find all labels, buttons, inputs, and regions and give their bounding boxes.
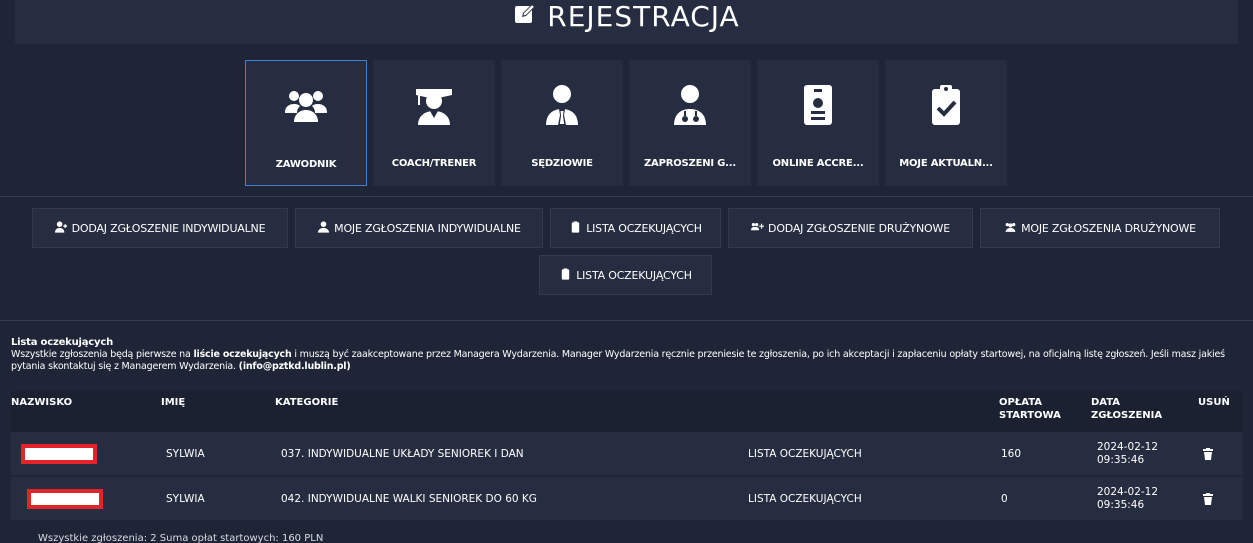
user-plus-icon xyxy=(54,220,68,236)
edit-square-icon xyxy=(513,0,537,33)
graduate-icon xyxy=(410,80,458,130)
role-tiles: ZAWODNIK COACH/TRENER SĘDZIOWIE ZAPROSZE… xyxy=(245,60,1007,186)
info-heading: Lista oczekujących xyxy=(11,337,114,348)
row-fee: 0 xyxy=(1001,493,1008,505)
col-fee: OPŁATA STARTOWA xyxy=(999,396,1061,422)
col-date: DATA ZGŁOSZENIA xyxy=(1091,396,1162,422)
my-team-button[interactable]: MOJE ZGŁOSZENIA DRUŻYNOWE xyxy=(980,208,1220,248)
tile-coach[interactable]: COACH/TRENER xyxy=(373,60,495,186)
waiting-list-label: LISTA OCZEKUJĄCYCH xyxy=(576,268,692,282)
header-bar: REJESTRACJA xyxy=(15,0,1238,44)
users-icon xyxy=(282,81,330,131)
action-buttons: DODAJ ZGŁOSZENIE INDYWIDUALNE MOJE ZGŁOS… xyxy=(32,208,1220,248)
trash-icon[interactable] xyxy=(1203,493,1213,508)
info-email: (info@pztkd.lublin.pl) xyxy=(238,361,351,372)
users-icon xyxy=(1004,221,1017,236)
waiting-list-info: Lista oczekujących Wszystkie zgłoszenia … xyxy=(11,337,1236,373)
row-category: 037. INDYWIDUALNE UKŁADY SENIOREK I DAN xyxy=(281,448,524,460)
row-name: SYLWIA xyxy=(166,448,205,460)
row-date-day: 2024-02-12 xyxy=(1097,486,1159,498)
row-fee: 160 xyxy=(1001,448,1022,460)
clipboard-icon xyxy=(559,267,572,283)
tile-label: ONLINE ACCRE... xyxy=(772,158,864,169)
tile-label: ZAWODNIK xyxy=(275,159,337,170)
info-text-part: Wszystkie zgłoszenia będą pierwsze na xyxy=(11,349,194,360)
divider xyxy=(0,320,1253,321)
tile-online-accre[interactable]: ONLINE ACCRE... xyxy=(757,60,879,186)
col-fee-line2: STARTOWA xyxy=(999,410,1061,421)
entries-table: NAZWISKO IMIĘ KATEGORIE OPŁATA STARTOWA D… xyxy=(11,391,1243,522)
table-header: NAZWISKO IMIĘ KATEGORIE OPŁATA STARTOWA D… xyxy=(11,391,1243,432)
info-text-bold: liście oczekujących xyxy=(193,349,292,360)
col-category: KATEGORIE xyxy=(275,397,339,408)
table-row: SYLWIA 037. INDYWIDUALNE UKŁADY SENIOREK… xyxy=(11,432,1243,477)
info-text: Wszystkie zgłoszenia będą pierwsze na li… xyxy=(11,349,1236,373)
row-name: SYLWIA xyxy=(166,493,205,505)
table-summary: Wszystkie zgłoszenia: 2 Suma opłat start… xyxy=(38,533,324,543)
user-icon xyxy=(317,220,330,236)
col-date-line2: ZGŁOSZENIA xyxy=(1091,410,1163,421)
tile-label: ZAPROSZENI G... xyxy=(644,158,736,169)
id-badge-icon xyxy=(794,80,842,130)
tile-label: SĘDZIOWIE xyxy=(531,158,593,169)
col-delete: USUŃ xyxy=(1198,397,1230,408)
doctor-icon xyxy=(666,80,714,130)
trash-icon[interactable] xyxy=(1203,448,1213,463)
tile-zawodnik[interactable]: ZAWODNIK xyxy=(245,60,367,186)
page-title-text: REJESTRACJA xyxy=(547,0,740,33)
redacted-surname xyxy=(21,444,97,464)
my-team-label: MOJE ZGŁOSZENIA DRUŻYNOWE xyxy=(1021,221,1196,235)
tile-sedziowie[interactable]: SĘDZIOWIE xyxy=(501,60,623,186)
row-date-time: 09:35:46 xyxy=(1097,454,1145,466)
tile-zaproszeni[interactable]: ZAPROSZENI G... xyxy=(629,60,751,186)
redacted-surname xyxy=(27,489,103,509)
col-surname: NAZWISKO xyxy=(11,397,73,408)
row-status: LISTA OCZEKUJĄCYCH xyxy=(748,448,862,460)
tile-moje-aktualnosci[interactable]: MOJE AKTUALN... xyxy=(885,60,1007,186)
users-plus-icon xyxy=(751,221,765,236)
waiting-list-button[interactable]: LISTA OCZEKUJĄCYCH xyxy=(550,208,721,248)
row-status: LISTA OCZEKUJĄCYCH xyxy=(748,493,862,505)
col-fee-line1: OPŁATA xyxy=(999,397,1042,408)
clipboard-check-icon xyxy=(922,80,970,130)
judge-icon xyxy=(538,80,586,130)
add-individual-button[interactable]: DODAJ ZGŁOSZENIE INDYWIDUALNE xyxy=(32,208,288,248)
row-category: 042. INDYWIDUALNE WALKI SENIOREK DO 60 K… xyxy=(281,493,537,505)
col-name: IMIĘ xyxy=(161,397,186,408)
waiting-list-label: LISTA OCZEKUJĄCYCH xyxy=(586,221,702,235)
action-buttons-row2: LISTA OCZEKUJĄCYCH xyxy=(539,255,712,295)
row-date: 2024-02-12 09:35:46 xyxy=(1097,486,1158,512)
tile-label: COACH/TRENER xyxy=(391,158,477,169)
my-individual-button[interactable]: MOJE ZGŁOSZENIA INDYWIDUALNE xyxy=(295,208,543,248)
row-date-day: 2024-02-12 xyxy=(1097,441,1159,453)
divider xyxy=(0,196,1253,197)
row-date: 2024-02-12 09:35:46 xyxy=(1097,441,1158,467)
page-title: REJESTRACJA xyxy=(513,0,739,33)
waiting-list-button-2[interactable]: LISTA OCZEKUJĄCYCH xyxy=(539,255,712,295)
row-date-time: 09:35:46 xyxy=(1097,499,1145,511)
col-date-line1: DATA xyxy=(1091,397,1121,408)
table-row: SYLWIA 042. INDYWIDUALNE WALKI SENIOREK … xyxy=(11,477,1243,522)
my-individual-label: MOJE ZGŁOSZENIA INDYWIDUALNE xyxy=(334,221,521,235)
add-team-label: DODAJ ZGŁOSZENIE DRUŻYNOWE xyxy=(768,221,950,235)
clipboard-icon xyxy=(569,220,582,236)
add-individual-label: DODAJ ZGŁOSZENIE INDYWIDUALNE xyxy=(71,221,266,235)
tile-label: MOJE AKTUALN... xyxy=(899,158,993,169)
add-team-button[interactable]: DODAJ ZGŁOSZENIE DRUŻYNOWE xyxy=(728,208,973,248)
